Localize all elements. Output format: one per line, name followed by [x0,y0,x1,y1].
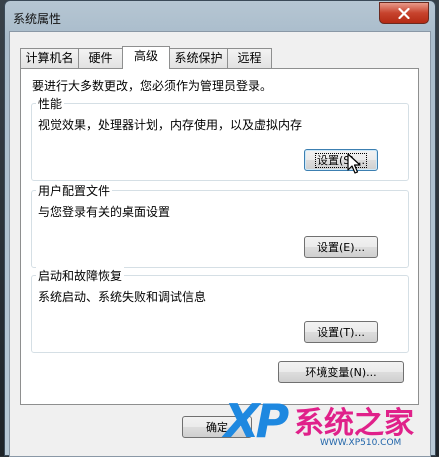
close-button[interactable] [379,2,429,24]
startup-recovery-group-title: 启动和故障恢复 [36,267,125,284]
tab-system-protection[interactable]: 系统保护 [169,48,228,68]
user-profiles-description: 与您登录有关的桌面设置 [38,205,171,219]
advanced-tab-panel: 要进行大多数更改，您必须作为管理员登录。 性能 视觉效果，处理器计划，内存使用，… [20,68,419,405]
tab-hardware[interactable]: 硬件 [78,48,123,68]
environment-variables-button[interactable]: 环境变量(N)... [278,361,404,383]
startup-recovery-description: 系统启动、系统失败和调试信息 [38,290,207,304]
watermark-url: WWW.XP510.COM [320,438,402,448]
window-title: 系统属性 [13,12,62,26]
watermark-logo: XP 系统之家 WWW.XP510.COM [222,388,436,456]
admin-notice: 要进行大多数更改，您必须作为管理员登录。 [32,79,273,93]
watermark-site-name: 系统之家 [294,406,414,441]
user-profiles-group: 用户配置文件 与您登录有关的桌面设置 设置(E)... [31,182,409,268]
performance-group-title: 性能 [36,95,65,112]
startup-recovery-group: 启动和故障恢复 系统启动、系统失败和调试信息 设置(T)... [31,267,409,353]
user-profiles-group-title: 用户配置文件 [36,182,113,199]
startup-recovery-settings-button[interactable]: 设置(T)... [304,321,378,343]
tab-remote[interactable]: 远程 [227,48,272,68]
tab-advanced[interactable]: 高级 [122,46,170,69]
close-icon [398,7,410,19]
user-profiles-settings-button[interactable]: 设置(E)... [304,236,378,258]
mouse-cursor-icon [347,153,361,174]
performance-description: 视觉效果，处理器计划，内存使用，以及虚拟内存 [38,118,303,132]
performance-settings-button[interactable]: 设置(S)... [304,149,378,171]
tab-computer-name[interactable]: 计算机名 [20,48,79,68]
watermark-xp-logo: XP [224,394,289,448]
